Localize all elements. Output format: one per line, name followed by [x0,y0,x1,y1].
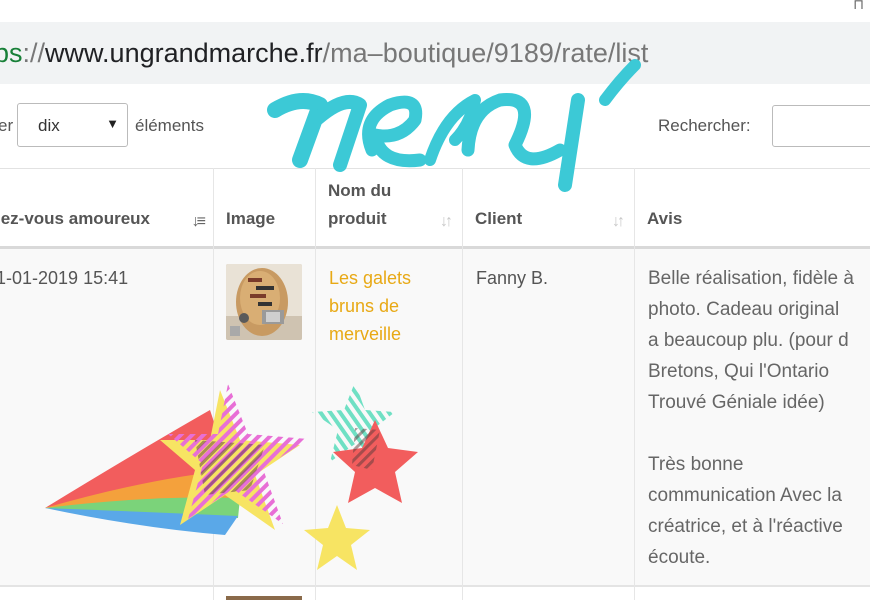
sort-both-icon: ↓↑ [612,213,625,230]
show-label: er [0,116,14,135]
search-input[interactable] [772,105,870,147]
table-row-next [0,587,870,600]
column-divider [634,168,635,600]
pebble-image-icon [226,264,302,340]
menu-icon[interactable]: ⊓ [853,0,864,13]
product-link[interactable]: Les galets bruns de merveille [329,264,411,348]
sort-both-icon: ↓↑ [440,213,453,230]
url-separator: :// [22,38,46,68]
sort-desc-icon: ↓≡ [191,213,206,230]
rating-date: 1-01-2019 15:41 [0,268,129,288]
column-header-image[interactable]: Image [214,169,315,249]
column-divider [462,168,463,600]
client-name: Fanny B. [476,268,549,288]
url-path: /ma–boutique/9189/rate/list [322,38,649,68]
column-header-product[interactable]: Nom du produit ↓↑ [316,169,462,249]
product-thumbnail[interactable] [226,264,302,340]
page-length-select[interactable]: dix ▼ [17,103,128,147]
elements-label: éléments [135,116,204,135]
column-header-client[interactable]: Client ↓↑ [463,169,634,249]
next-row-thumbnail[interactable] [226,596,302,600]
url-host: www.ungrandmarche.fr [45,38,323,68]
search-label: Rechercher: [658,116,751,135]
column-divider [315,168,316,600]
dropdown-caret-icon: ▼ [106,116,119,131]
address-bar[interactable]: ps://www.ungrandmarche.fr/ma–boutique/91… [0,22,870,84]
column-header-date[interactable]: lez-vous amoureux ↓≡ [0,169,213,249]
review-text: Belle réalisation, fidèle à photo. Cadea… [648,268,854,568]
page-length-value: dix [38,116,60,135]
column-divider [213,168,214,600]
column-header-review[interactable]: Avis [635,169,870,249]
url-protocol: ps [0,38,23,68]
table-controls: er dix ▼ éléments Rechercher: [0,100,870,152]
table-header: lez-vous amoureux ↓≡ Image Nom du produi… [0,168,870,249]
